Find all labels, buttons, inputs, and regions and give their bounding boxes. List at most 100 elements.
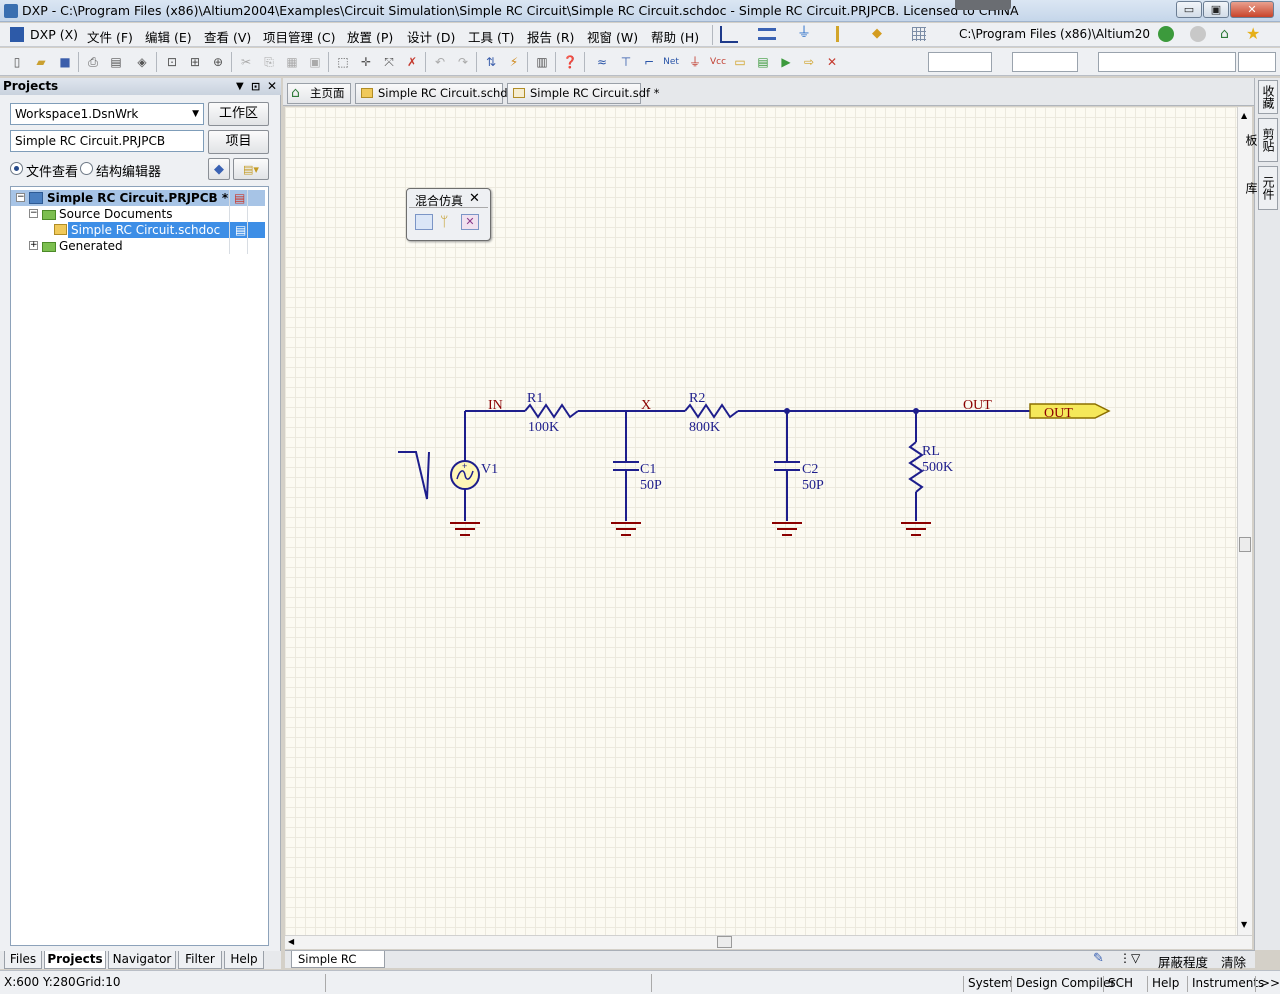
menu-tools[interactable]: 工具 (T) — [468, 27, 514, 46]
collapse-icon[interactable]: − — [29, 209, 38, 218]
tab-home[interactable]: ⌂ 主页面 — [287, 83, 351, 104]
part-icon[interactable]: ▭ — [731, 53, 749, 71]
clear-button[interactable]: 清除 — [1221, 952, 1246, 971]
menu-reports[interactable]: 报告 (R) — [527, 27, 574, 46]
radio-file-view[interactable] — [10, 162, 23, 175]
project-options-button[interactable]: ▤▾ — [233, 158, 269, 180]
move-selection-icon[interactable]: ⤧ — [380, 53, 398, 71]
expand-icon[interactable]: + — [29, 241, 38, 250]
bus-tool-icon[interactable] — [758, 28, 776, 40]
scroll-down-icon[interactable]: ▼ — [1241, 920, 1247, 929]
tab-files[interactable]: Files — [4, 951, 42, 969]
port-icon[interactable]: ⇨ — [800, 53, 818, 71]
hierarchy-icon[interactable]: ⇅ — [482, 53, 500, 71]
copy-icon[interactable]: ⎘ — [260, 53, 278, 71]
vcc-port-icon[interactable]: Vcc — [709, 53, 727, 71]
tree-row-source-documents[interactable]: − Source Documents — [11, 206, 265, 222]
print-icon[interactable]: ⎙ — [84, 53, 102, 71]
no-erc-icon[interactable]: ✕ — [823, 53, 841, 71]
menu-project[interactable]: 项目管理 (C) — [263, 27, 335, 46]
cut-icon[interactable]: ✂ — [237, 53, 255, 71]
sim-toolbar-header[interactable]: 混合仿真 ✕ — [409, 191, 488, 208]
panel-close-icon[interactable]: ✕ — [267, 78, 277, 95]
setup-analysis-icon[interactable]: ✕ — [461, 214, 479, 230]
select-area-icon[interactable]: ⬚ — [334, 53, 352, 71]
workspace-dropdown[interactable]: Workspace1.DsnWrk ▼ — [10, 103, 204, 125]
sheet-entry-icon[interactable]: ▶ — [777, 53, 795, 71]
status-system-button[interactable]: System — [963, 976, 1017, 992]
workspace-button[interactable]: 工作区 — [208, 102, 269, 126]
mask-pencil-icon[interactable]: ✎ — [1093, 951, 1104, 966]
menu-design[interactable]: 设计 (D) — [407, 27, 455, 46]
menu-place[interactable]: 放置 (P) — [347, 27, 393, 46]
path-combo[interactable]: C:\Program Files (x86)\Altium20 — [955, 25, 1153, 45]
maximize-button[interactable]: ▣ — [1203, 1, 1229, 18]
rubber-stamp-icon[interactable]: ▣ — [306, 53, 324, 71]
collapse-icon[interactable]: − — [16, 193, 25, 202]
sheet-tab[interactable]: Simple RC Circuit — [291, 951, 385, 982]
tab-clipboard[interactable]: 剪贴板 — [1244, 118, 1278, 162]
run-analysis-icon[interactable] — [415, 214, 433, 230]
menu-dxp[interactable]: DXP (X) — [30, 27, 78, 42]
tab-projects[interactable]: Projects — [44, 951, 106, 969]
port-tool-icon[interactable]: ◆ — [872, 27, 888, 40]
undo-icon[interactable]: ↶ — [431, 53, 449, 71]
wire-tool-icon[interactable] — [720, 26, 738, 43]
panel-menu-icon[interactable]: ▼ — [236, 78, 244, 95]
deselect-icon[interactable]: ✗ — [403, 53, 421, 71]
bus-entry-icon[interactable]: ⊤ — [617, 53, 635, 71]
close-button[interactable]: ✕ — [1230, 1, 1274, 18]
home-icon[interactable]: ⌂ — [1220, 26, 1238, 42]
wire-icon[interactable]: ⌐ — [640, 53, 658, 71]
tab-navigator[interactable]: Navigator — [108, 951, 176, 969]
scroll-left-icon[interactable]: ◀ — [288, 937, 294, 946]
toolbar-combo-2[interactable] — [1012, 52, 1078, 72]
tab-filter[interactable]: Filter — [178, 951, 222, 969]
power-port-icon[interactable] — [836, 26, 846, 42]
menu-help[interactable]: 帮助 (H) — [651, 27, 699, 46]
gnd-port-icon[interactable]: ⏚ — [686, 53, 704, 71]
vertical-scrollbar[interactable]: ▲ ▼ — [1237, 107, 1252, 935]
panel-pin-icon[interactable]: ⊡ — [251, 78, 260, 95]
hscroll-thumb[interactable] — [717, 936, 732, 948]
horizontal-scrollbar[interactable]: ◀ — [285, 935, 1252, 949]
redo-icon[interactable]: ↷ — [454, 53, 472, 71]
tab-schdoc[interactable]: Simple RC Circuit.schdoc — [355, 83, 521, 104]
radio-structure-editor[interactable] — [80, 162, 93, 175]
grid-tool-icon[interactable] — [912, 27, 926, 41]
status-help-button[interactable]: Help — [1147, 976, 1183, 992]
forward-icon[interactable] — [1190, 26, 1206, 42]
tab-libraries[interactable]: 元件库 — [1244, 166, 1278, 210]
tree-row-generated[interactable]: + Generated — [11, 238, 265, 254]
vscroll-thumb[interactable] — [1239, 537, 1251, 552]
save-icon[interactable]: ■ — [56, 53, 74, 71]
ground-tool-icon[interactable]: ⏚ — [796, 26, 812, 42]
net-label-icon[interactable]: Net — [662, 53, 680, 71]
sheet-symbol-icon[interactable]: ▤ — [754, 53, 772, 71]
filter-icon[interactable]: ⋮▽ — [1119, 951, 1140, 965]
tab-help[interactable]: Help — [224, 951, 264, 969]
move-icon[interactable]: ✛ — [357, 53, 375, 71]
new-file-icon[interactable]: ▯ — [8, 53, 26, 71]
toolbar-combo-3[interactable] — [1098, 52, 1236, 72]
print-preview-icon[interactable]: ▤ — [107, 53, 125, 71]
minimize-button[interactable]: ▭ — [1176, 1, 1202, 18]
paste-icon[interactable]: ▦ — [283, 53, 301, 71]
status-sch-button[interactable]: SCH — [1103, 976, 1137, 992]
menu-view[interactable]: 查看 (V) — [204, 27, 251, 46]
place-bus-icon[interactable]: ≈ — [593, 53, 611, 71]
tab-sdf[interactable]: Simple RC Circuit.sdf * — [507, 83, 659, 104]
tree-row-project[interactable]: − Simple RC Circuit.PRJPCB * ▤ — [11, 190, 265, 206]
menu-file[interactable]: 文件 (F) — [87, 27, 133, 46]
back-icon[interactable] — [1158, 26, 1174, 42]
menu-edit[interactable]: 编辑 (E) — [145, 27, 192, 46]
layers-icon[interactable]: ◈ — [133, 53, 151, 71]
toolbar-combo-1[interactable] — [928, 52, 992, 72]
project-field[interactable]: Simple RC Circuit.PRJPCB — [10, 130, 204, 152]
menu-window[interactable]: 视窗 (W) — [587, 27, 638, 46]
tab-favorites[interactable]: 收藏 — [1258, 80, 1278, 114]
probe-icon[interactable]: ᛘ — [440, 213, 452, 231]
tree-row-schdoc[interactable]: Simple RC Circuit.schdoc ▤ — [54, 222, 265, 238]
scroll-up-icon[interactable]: ▲ — [1241, 111, 1247, 120]
browse-library-icon[interactable]: ▥ — [533, 53, 551, 71]
